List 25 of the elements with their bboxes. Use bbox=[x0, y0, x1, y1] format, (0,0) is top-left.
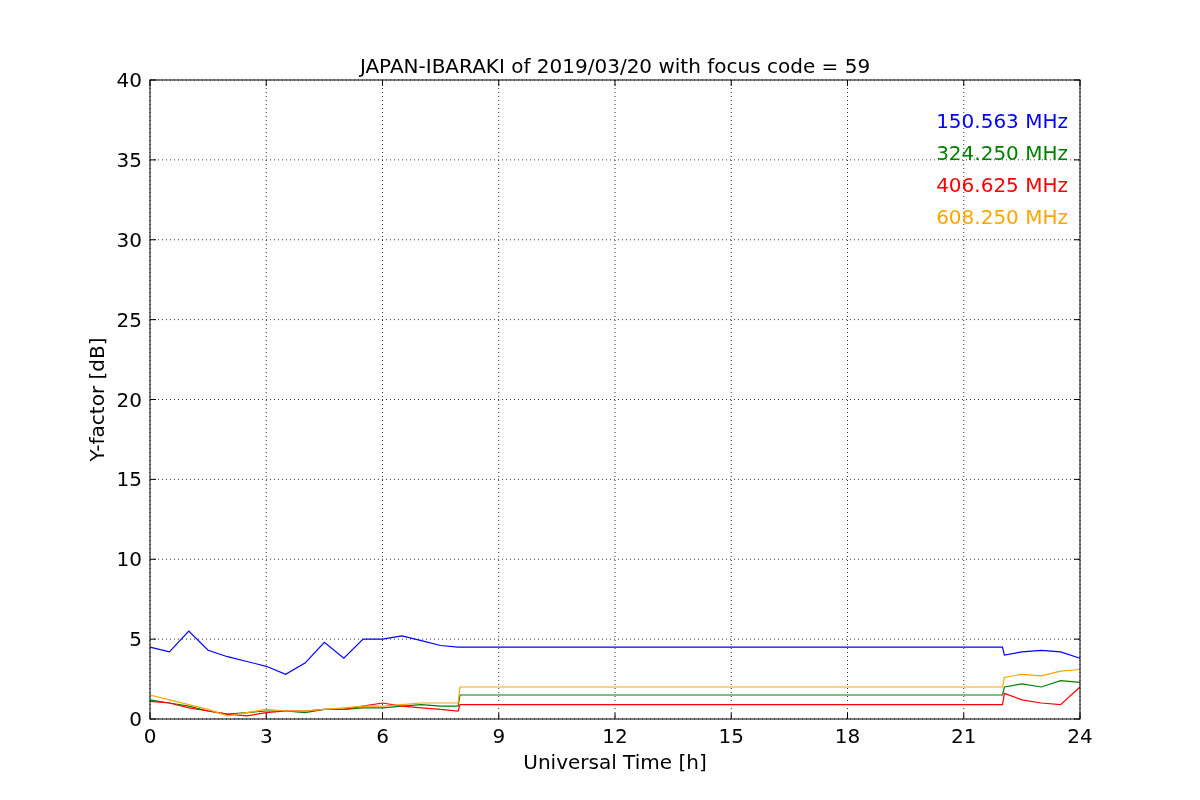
tick-label: 12 bbox=[602, 724, 628, 748]
tick-label: 18 bbox=[834, 724, 861, 748]
axis-title: Y-factor [dB] bbox=[85, 337, 109, 462]
tick-label: 3 bbox=[259, 724, 273, 748]
legend-label: 608.250 MHz bbox=[936, 205, 1068, 229]
legend-label: 150.563 MHz bbox=[936, 109, 1068, 133]
tick-label: 6 bbox=[376, 724, 389, 748]
tick-label: 0 bbox=[143, 724, 157, 748]
tick-label: 35 bbox=[116, 147, 142, 172]
tick-label: 5 bbox=[129, 627, 142, 652]
tick-label: 10 bbox=[116, 547, 142, 572]
chart-title: JAPAN-IBARAKI of 2019/03/20 with focus code = 59 bbox=[359, 54, 871, 78]
legend-label: 324.250 MHz bbox=[936, 141, 1068, 165]
tick-label: 40 bbox=[116, 68, 142, 92]
tick-label: 20 bbox=[116, 387, 142, 412]
tick-label: 15 bbox=[718, 724, 744, 748]
tick-label: 24 bbox=[1067, 724, 1093, 748]
legend-label: 406.625 MHz bbox=[936, 173, 1068, 197]
tick-label: 21 bbox=[951, 724, 977, 748]
tick-label: 30 bbox=[116, 227, 142, 252]
axis-title: Universal Time [h] bbox=[523, 750, 707, 774]
tick-label: 15 bbox=[116, 467, 142, 492]
tick-label: 0 bbox=[129, 707, 142, 731]
tick-label: 25 bbox=[116, 307, 142, 332]
tick-label: 9 bbox=[492, 724, 506, 748]
